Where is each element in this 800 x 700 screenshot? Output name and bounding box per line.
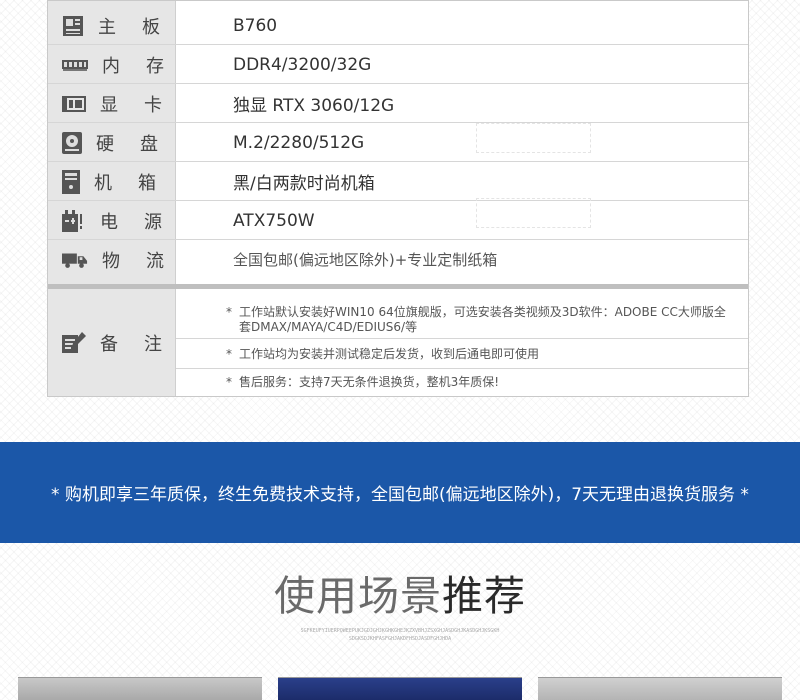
spec-label: 主板	[98, 16, 186, 38]
scene-thumbnail-office[interactable]	[18, 677, 262, 700]
note-item: * 工作站均为安装并测试稳定后发货，收到后通电即可使用	[176, 339, 748, 369]
spec-value: 独显 RTX 3060/12G	[233, 96, 395, 116]
spec-value: 全国包邮(偏远地区除外)+专业定制纸箱	[233, 251, 498, 269]
section-subtitle: SGFKEUFYIUERPQWEEPUKJGDJGHJKGHKGHEJKZXVB…	[300, 628, 500, 642]
note-item: * 售后服务：支持7天无条件退换货，整机3年质保!	[176, 369, 748, 397]
spec-row-hard-disk: 硬盘 M.2/2280/512G	[48, 123, 748, 162]
spec-value: DDR4/3200/32G	[233, 54, 372, 75]
section-title-light: 使用场景	[274, 572, 442, 620]
spec-value: M.2/2280/512G	[233, 132, 365, 153]
spec-value: B760	[233, 15, 278, 36]
spec-label: 内存	[102, 55, 190, 77]
hard-disk-icon	[62, 131, 82, 154]
note-text: 售后服务：支持7天无条件退换货，整机3年质保!	[239, 375, 500, 389]
spec-row-power: 电源 ATX750W	[48, 201, 748, 240]
placeholder-box	[476, 198, 591, 228]
case-icon	[62, 169, 80, 194]
spec-row-case: 机箱 黑/白两款时尚机箱	[48, 162, 748, 201]
edit-icon	[62, 332, 86, 354]
graphics-card-icon	[62, 93, 86, 115]
truck-icon	[62, 249, 88, 271]
spec-label: 电源	[100, 211, 188, 233]
memory-icon	[62, 54, 88, 76]
section-title: 使用场景推荐	[0, 562, 800, 622]
note-text: 工作站均为安装并测试稳定后发货，收到后通电即可使用	[239, 347, 540, 361]
power-supply-icon	[62, 209, 86, 232]
notes-label-cell: 备注	[48, 289, 176, 397]
spec-label: 机箱	[94, 172, 182, 194]
spec-row-logistics: 物流 全国包邮(偏远地区除外)+专业定制纸箱	[48, 240, 748, 279]
spec-row-memory: 内存 DDR4/3200/32G	[48, 45, 748, 84]
spec-value: 黑/白两款时尚机箱	[233, 174, 375, 194]
notes-label: 备注	[100, 334, 188, 355]
motherboard-icon	[62, 15, 84, 37]
placeholder-box	[476, 123, 591, 153]
service-banner: * 购机即享三年质保，终生免费技术支持，全国包邮(偏远地区除外)，7天无理由退换…	[0, 442, 800, 543]
spec-label: 显卡	[100, 94, 188, 116]
spec-table: 主板 B760 内存 DDR4/3200/32G 显卡 独显 RTX 3060/…	[47, 0, 749, 397]
section-title-bold: 推荐	[442, 572, 526, 620]
scene-thumbnail-workspace[interactable]	[538, 677, 782, 700]
spec-row-motherboard: 主板 B760	[48, 6, 748, 45]
spec-row-graphics: 显卡 独显 RTX 3060/12G	[48, 84, 748, 123]
spec-value: ATX750W	[233, 210, 315, 231]
spec-label: 硬盘	[96, 133, 184, 155]
scene-thumbnail-studio[interactable]	[278, 677, 522, 700]
banner-text: * 购机即享三年质保，终生免费技术支持，全国包邮(偏远地区除外)，7天无理由退换…	[51, 485, 749, 505]
spec-label: 物流	[102, 250, 190, 272]
note-text: 工作站默认安装好WIN10 64位旗舰版，可选安装各类视频及3D软件：ADOBE…	[239, 305, 726, 334]
note-item: * 工作站默认安装好WIN10 64位旗舰版，可选安装各类视频及3D软件：ADO…	[176, 289, 748, 339]
